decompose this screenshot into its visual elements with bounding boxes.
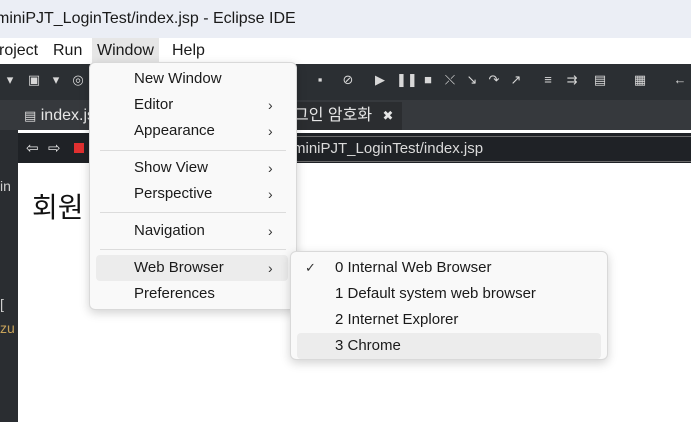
new-project-icon[interactable]: ▣ <box>26 72 42 88</box>
menu-separator <box>100 212 286 213</box>
submenu-item-chrome[interactable]: 3 Chrome <box>297 333 601 359</box>
menu-item-label: Editor <box>134 96 174 113</box>
gutter-text: zu <box>0 320 15 336</box>
menu-help[interactable]: Help <box>167 38 210 64</box>
chevron-right-icon: › <box>268 97 273 113</box>
chevron-right-icon: › <box>268 186 273 202</box>
step-return-icon[interactable]: ↗ <box>508 72 524 88</box>
menu-item-perspective[interactable]: Perspective › <box>96 181 288 207</box>
stop-icon[interactable] <box>74 143 84 153</box>
menu-item-new-window[interactable]: New Window <box>96 66 288 92</box>
checkmark-icon: ✓ <box>305 260 316 275</box>
chevron-right-icon: › <box>268 223 273 239</box>
menu-bar: roject Run Window Help <box>0 38 691 64</box>
menu-item-label: Web Browser <box>134 259 224 276</box>
menu-item-label: Preferences <box>134 285 215 302</box>
drop-to-frame-icon[interactable]: ≡ <box>540 72 556 88</box>
url-input[interactable]: miniPJT_LoginTest/index.jsp <box>290 136 691 162</box>
menu-project[interactable]: roject <box>0 38 43 64</box>
menu-item-preferences[interactable]: Preferences <box>96 281 288 307</box>
submenu-item-internet-explorer[interactable]: 2 Internet Explorer <box>297 307 601 333</box>
resume-icon[interactable]: ▶ <box>372 72 388 88</box>
menu-item-navigation[interactable]: Navigation › <box>96 218 288 244</box>
window-title-bar: miniPJT_LoginTest/index.jsp - Eclipse ID… <box>0 0 691 38</box>
page-heading: 회원 <box>32 191 84 224</box>
back-icon[interactable]: ⇦ <box>26 139 39 157</box>
gutter-text: [ <box>0 296 4 312</box>
submenu-item-internal-browser[interactable]: ✓ 0 Internal Web Browser <box>297 255 601 281</box>
suspend-icon[interactable]: ❚❚ <box>396 72 418 88</box>
menu-run[interactable]: Run <box>48 38 87 64</box>
menu-item-web-browser[interactable]: Web Browser › <box>96 255 288 281</box>
task-icon[interactable]: ▦ <box>632 72 648 88</box>
menu-window[interactable]: Window <box>92 38 159 64</box>
globe-icon[interactable]: ◎ <box>70 72 86 88</box>
forward-icon[interactable]: ⇨ <box>48 139 61 157</box>
chevron-right-icon: › <box>268 123 273 139</box>
submenu-item-default-browser[interactable]: 1 Default system web browser <box>297 281 601 307</box>
menu-item-editor[interactable]: Editor › <box>96 92 288 118</box>
menu-item-label: Perspective <box>134 185 213 202</box>
use-step-filters-icon[interactable]: ⇉ <box>564 72 580 88</box>
external-tools-icon[interactable]: ▤ <box>592 72 608 88</box>
tab-login-encryption[interactable]: 그인 암호화 ✖ <box>290 102 402 130</box>
file-icon: ▤ <box>24 108 37 123</box>
menu-item-label: Show View <box>134 159 208 176</box>
dropdown-icon[interactable]: ▾ <box>48 72 64 88</box>
menu-item-label: Navigation <box>134 222 205 239</box>
menu-item-appearance[interactable]: Appearance › <box>96 118 288 144</box>
back-arrow-icon[interactable]: ← <box>672 72 688 88</box>
breakpoint-icon[interactable]: ▪ <box>312 72 328 88</box>
tab-label: 그인 암호화 <box>294 107 373 124</box>
dropdown-icon[interactable]: ▾ <box>2 72 18 88</box>
step-over-icon[interactable]: ↷ <box>486 72 502 88</box>
skip-icon[interactable]: ⊘ <box>340 72 356 88</box>
submenu-item-label: 0 Internal Web Browser <box>335 259 492 276</box>
gutter-text: in <box>0 178 11 194</box>
left-panel-edge: in [ zu <box>0 130 18 422</box>
menu-item-show-view[interactable]: Show View › <box>96 155 288 181</box>
menu-separator <box>100 150 286 151</box>
window-title: miniPJT_LoginTest/index.jsp - Eclipse ID… <box>0 10 296 27</box>
submenu-item-label: 3 Chrome <box>335 337 401 354</box>
window-menu: New Window Editor › Appearance › Show Vi… <box>89 62 297 310</box>
submenu-item-label: 2 Internet Explorer <box>335 311 459 328</box>
submenu-item-label: 1 Default system web browser <box>335 285 536 302</box>
step-into-icon[interactable]: ↘ <box>464 72 480 88</box>
menu-item-label: New Window <box>134 70 222 87</box>
chevron-right-icon: › <box>268 260 273 276</box>
menu-item-label: Appearance <box>134 122 215 139</box>
disconnect-icon[interactable]: ⤬ <box>442 72 458 88</box>
web-browser-submenu: ✓ 0 Internal Web Browser 1 Default syste… <box>290 251 608 360</box>
tab-label: index.js <box>40 107 95 124</box>
terminate-icon[interactable]: ■ <box>420 72 436 88</box>
close-icon[interactable]: ✖ <box>383 108 394 123</box>
menu-separator <box>100 249 286 250</box>
chevron-right-icon: › <box>268 160 273 176</box>
